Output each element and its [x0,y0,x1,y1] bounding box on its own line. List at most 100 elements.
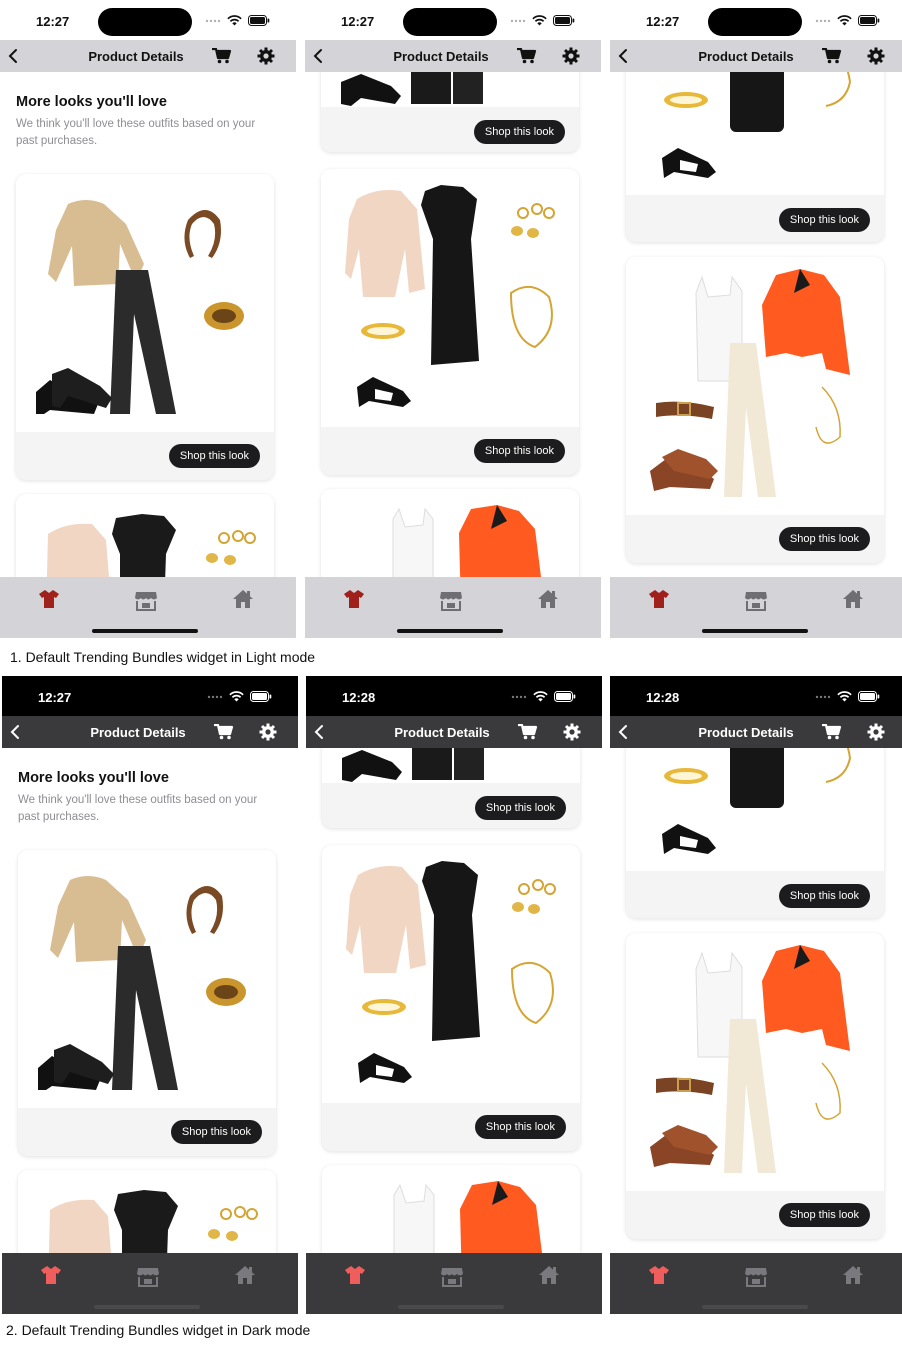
look-card[interactable]: Shop this look [322,845,580,1151]
status-bar: 12:28 [306,676,602,716]
look-card[interactable] [321,489,579,577]
home-indicator [398,1305,504,1309]
nav-bar: Product Details [610,40,902,72]
home-icon[interactable] [842,589,864,609]
wifi-icon [837,691,852,702]
status-icons [815,691,880,702]
content-area: Shop this look Shop this look [610,72,902,577]
look-card[interactable] [322,1165,580,1253]
home-indicator [92,629,198,633]
shop-look-button[interactable]: Shop this look [778,527,870,551]
home-icon[interactable] [234,1265,256,1285]
battery-icon [554,691,576,702]
store-icon[interactable] [439,589,463,611]
caption-dark-mode: 2. Default Trending Bundles widget in Da… [6,1322,311,1338]
outfit-image [626,933,884,1191]
look-card[interactable]: Shop this look [321,169,579,475]
home-icon[interactable] [842,1265,864,1285]
look-card[interactable] [16,494,274,577]
settings-gear-icon[interactable] [259,723,277,741]
outfit-image [322,748,580,783]
look-card[interactable]: Shop this look [626,748,884,918]
settings-gear-icon[interactable] [867,47,885,65]
shirt-icon[interactable] [40,1265,62,1285]
content-area: More looks you'll love We think you'll l… [0,72,296,577]
signal-icon [205,19,221,22]
shop-look-button[interactable]: Shop this look [170,1120,262,1144]
home-icon[interactable] [537,589,559,609]
status-bar: 12:27 [305,0,601,40]
shop-look-button[interactable]: Shop this look [778,1203,870,1227]
shirt-icon[interactable] [38,589,60,609]
status-time: 12:27 [38,690,72,705]
settings-gear-icon[interactable] [562,47,580,65]
tab-bar [0,577,296,638]
status-bar: 12:27 [2,676,298,716]
shirt-icon[interactable] [648,589,670,609]
tab-bar [610,1253,902,1314]
status-icons [510,15,575,26]
cart-icon[interactable] [518,724,538,740]
look-card[interactable]: Shop this look [18,850,276,1156]
shop-look-button[interactable]: Shop this look [473,120,565,144]
home-icon[interactable] [232,589,254,609]
outfit-image [16,494,274,577]
tab-bar [306,1253,602,1314]
shirt-icon[interactable] [648,1265,670,1285]
tab-bar [610,577,902,638]
shop-look-button[interactable]: Shop this look [168,444,260,468]
content-area: Shop this look Shop this look [306,748,602,1253]
content-area: Shop this look Shop this look [610,748,902,1253]
cart-icon[interactable] [214,724,234,740]
settings-gear-icon[interactable] [867,723,885,741]
status-icons [815,15,880,26]
cart-icon[interactable] [212,48,232,64]
cart-icon[interactable] [822,48,842,64]
battery-icon [858,691,880,702]
store-icon[interactable] [744,1265,768,1287]
content-area: More looks you'll love We think you'll l… [2,748,298,1253]
status-bar: 12:28 [610,676,902,716]
wifi-icon [532,15,547,26]
look-card[interactable]: Shop this look [322,748,580,828]
shop-look-button[interactable]: Shop this look [778,208,870,232]
shirt-icon[interactable] [343,589,365,609]
home-indicator [397,629,503,633]
look-card[interactable]: Shop this look [321,72,579,152]
shop-look-button[interactable]: Shop this look [473,439,565,463]
look-card[interactable]: Shop this look [626,933,884,1239]
look-card[interactable] [18,1170,276,1253]
settings-gear-icon[interactable] [257,47,275,65]
store-icon[interactable] [134,589,158,611]
caption-light-mode: 1. Default Trending Bundles widget in Li… [10,649,316,665]
look-card[interactable]: Shop this look [626,72,884,242]
look-card[interactable]: Shop this look [626,257,884,563]
outfit-image [321,72,579,107]
status-bar: 12:27 [0,0,296,40]
shop-look-button[interactable]: Shop this look [474,1115,566,1139]
look-card[interactable]: Shop this look [16,174,274,480]
store-icon[interactable] [136,1265,160,1287]
nav-bar: Product Details [0,40,296,72]
status-icons [207,691,272,702]
battery-icon [250,691,272,702]
shirt-icon[interactable] [344,1265,366,1285]
outfit-image [321,489,579,577]
tab-bar [2,1253,298,1314]
cart-icon[interactable] [822,724,842,740]
home-icon[interactable] [538,1265,560,1285]
shop-look-button[interactable]: Shop this look [778,884,870,908]
phone-screen-dark-1: 12:27 Product Details More looks you'll … [2,676,298,1314]
status-icons [511,691,576,702]
nav-bar: Product Details [2,716,298,748]
wifi-icon [229,691,244,702]
store-icon[interactable] [440,1265,464,1287]
settings-gear-icon[interactable] [563,723,581,741]
home-indicator [702,1305,808,1309]
shop-look-button[interactable]: Shop this look [474,796,566,820]
wifi-icon [533,691,548,702]
status-time: 12:27 [341,14,375,29]
nav-bar: Product Details [305,40,601,72]
cart-icon[interactable] [517,48,537,64]
store-icon[interactable] [744,589,768,611]
